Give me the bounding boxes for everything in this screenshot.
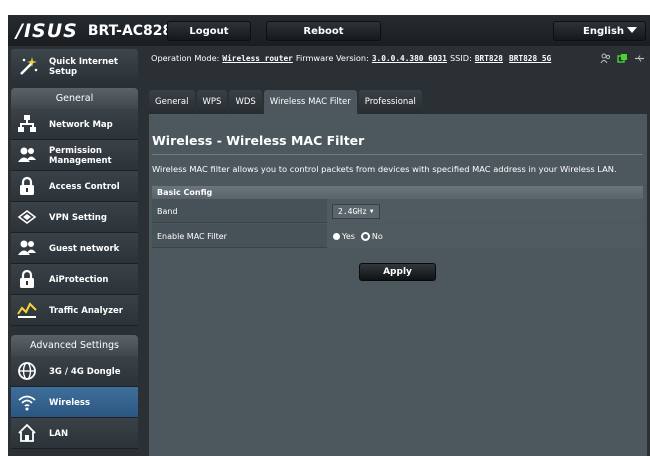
advanced-settings-heading: Advanced Settings — [11, 335, 138, 356]
ssid-24g-link[interactable]: BRT828 — [475, 54, 503, 63]
band-value-cell: 2.4GHz ▼ — [327, 199, 643, 223]
traffic-icon — [17, 302, 37, 318]
users-icon — [18, 147, 36, 162]
language-select[interactable]: English — [553, 21, 646, 41]
sidebar-item-3g-4g-dongle[interactable]: 3G / 4G Dongle — [11, 356, 138, 387]
router-model: BRT-AC828 — [87, 23, 173, 39]
sidebar-item-access-control[interactable]: Access Control — [11, 171, 138, 202]
sidebar-item-label: VPN Setting — [49, 212, 107, 223]
logout-button[interactable]: Logout — [167, 21, 251, 41]
ssid-5g-link[interactable]: BRT828_5G — [509, 54, 551, 63]
band-select[interactable]: 2.4GHz ▼ — [332, 203, 380, 219]
operation-mode-link[interactable]: Wireless router — [222, 54, 292, 63]
page-description: Wireless MAC filter allows you to contro… — [152, 164, 617, 174]
sidebar: Quick Internet Setup General Network Map… — [8, 46, 141, 456]
band-row: Band 2.4GHz ▼ — [152, 199, 643, 223]
main-content: Operation Mode: Wireless router Firmware… — [149, 46, 647, 456]
divider — [152, 154, 643, 155]
tab-professional[interactable]: Professional — [358, 90, 422, 114]
top-bar: /ISUS BRT-AC828 Logout Reboot English — [8, 15, 650, 46]
router-admin-window: /ISUS BRT-AC828 Logout Reboot English Qu… — [8, 15, 650, 456]
sidebar-item-aiprotection[interactable]: AiProtection — [11, 264, 138, 295]
sidebar-item-label: Traffic Analyzer — [49, 305, 123, 316]
apply-button[interactable]: Apply — [359, 263, 436, 281]
sidebar-item-traffic-analyzer[interactable]: Traffic Analyzer — [11, 295, 138, 326]
chevron-down-icon — [627, 27, 637, 33]
sidebar-item-guest-network[interactable]: Guest network — [11, 233, 138, 264]
sidebar-item-label: Access Control — [49, 181, 120, 192]
usb-status-icon[interactable] — [634, 53, 645, 64]
ssid-label: SSID: — [449, 53, 472, 63]
lock-icon — [20, 176, 34, 195]
no-label: No — [371, 231, 383, 241]
tab-bar: General WPS WDS Wireless MAC Filter Prof… — [149, 90, 422, 114]
magic-wand-icon — [20, 57, 38, 75]
band-select-value: 2.4GHz — [338, 206, 367, 216]
vpn-icon — [17, 210, 37, 224]
sidebar-item-permission-management[interactable]: Permission Management — [11, 140, 138, 171]
internet-status-icon[interactable] — [617, 53, 628, 64]
wifi-icon — [18, 395, 36, 411]
sidebar-item-vpn-setting[interactable]: VPN Setting — [11, 202, 138, 233]
language-value: English — [583, 25, 625, 37]
sidebar-item-lan[interactable]: LAN — [11, 418, 138, 449]
sidebar-item-label: Guest network — [49, 243, 120, 254]
guest-icon — [18, 240, 36, 255]
mac-filter-no-radio[interactable] — [360, 231, 370, 241]
dropdown-arrow-icon: ▼ — [369, 207, 374, 215]
firmware-label: Firmware Version: — [295, 53, 369, 63]
mac-filter-label: Enable MAC Filter — [157, 231, 227, 241]
mac-filter-yes-radio[interactable] — [333, 232, 340, 240]
brand-name: /ISUS — [16, 20, 78, 42]
quick-internet-setup-button[interactable]: Quick Internet Setup — [11, 49, 138, 83]
status-bar: Operation Mode: Wireless router Firmware… — [151, 49, 645, 67]
tab-wps[interactable]: WPS — [196, 90, 228, 114]
lock-icon — [20, 269, 34, 288]
home-icon — [18, 423, 36, 442]
basic-config-heading: Basic Config — [152, 186, 643, 199]
tab-wds[interactable]: WDS — [229, 90, 262, 114]
sidebar-item-wireless[interactable]: Wireless — [11, 387, 138, 418]
sidebar-item-label: Wireless — [49, 397, 91, 408]
globe-icon — [18, 362, 36, 380]
sidebar-item-label: 3G / 4G Dongle — [49, 366, 121, 377]
tab-wireless-mac-filter[interactable]: Wireless MAC Filter — [263, 90, 357, 114]
settings-panel: Wireless - Wireless MAC Filter Wireless … — [149, 114, 647, 456]
operation-mode-label: Operation Mode: — [151, 53, 220, 63]
brand-logo[interactable]: /ISUS BRT-AC828 — [16, 20, 172, 42]
mac-filter-value-cell: Yes No — [327, 224, 643, 248]
network-map-icon — [18, 115, 36, 132]
yes-label: Yes — [342, 231, 355, 241]
sidebar-item-label: Network Map — [49, 119, 113, 130]
sidebar-item-label: LAN — [49, 428, 69, 439]
sidebar-item-label: Permission Management — [49, 145, 112, 166]
band-label: Band — [157, 206, 178, 216]
sidebar-item-label: AiProtection — [49, 274, 109, 285]
client-status-icon[interactable] — [600, 53, 611, 64]
page-title: Wireless - Wireless MAC Filter — [152, 133, 365, 148]
general-heading: General — [11, 88, 138, 109]
quick-setup-label: Quick Internet Setup — [49, 57, 118, 77]
mac-filter-row: Enable MAC Filter Yes No — [152, 224, 643, 248]
firmware-version-link[interactable]: 3.0.0.4.380_6031 — [372, 54, 447, 63]
sidebar-item-network-map[interactable]: Network Map — [11, 109, 138, 140]
status-icons — [600, 53, 645, 64]
reboot-button[interactable]: Reboot — [266, 21, 381, 41]
tab-general[interactable]: General — [149, 90, 195, 114]
